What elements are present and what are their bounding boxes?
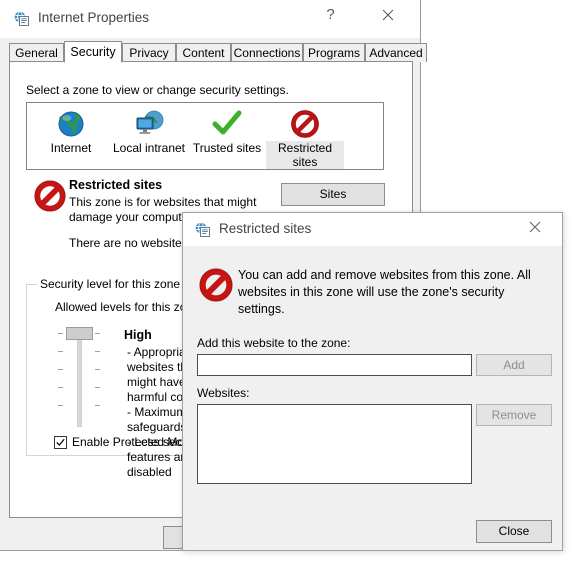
zone-item-local-intranet[interactable]: Local intranet (110, 107, 188, 155)
sites-button[interactable]: Sites (281, 183, 385, 206)
internet-properties-icon (195, 222, 212, 238)
slider-tick (95, 405, 100, 406)
tab-connections[interactable]: Connections (231, 43, 303, 62)
zone-item-restricted-sites[interactable]: Restricted sites (266, 107, 344, 169)
globe-icon (32, 107, 110, 141)
add-button[interactable]: Add (476, 354, 552, 376)
slider-tick (58, 405, 63, 406)
zone-label-trusted-sites: Trusted sites (192, 141, 262, 155)
red-prohibition-icon (266, 107, 344, 141)
slider-tick (58, 351, 63, 352)
zone-item-trusted-sites[interactable]: Trusted sites (188, 107, 266, 155)
green-check-icon (188, 107, 266, 141)
modal-title: Restricted sites (219, 221, 312, 236)
tab-security[interactable]: Security (64, 41, 122, 63)
close-icon[interactable] (514, 213, 556, 241)
checkmark-icon (54, 435, 67, 449)
zone-item-internet[interactable]: Internet (32, 107, 110, 155)
slider-thumb[interactable] (66, 327, 93, 340)
internet-properties-icon (14, 11, 31, 27)
tab-general[interactable]: General (9, 43, 64, 62)
tab-programs[interactable]: Programs (303, 43, 365, 62)
slider-tick (95, 369, 100, 370)
security-level-name: High (124, 328, 152, 342)
modal-banner-text: You can add and remove websites from thi… (238, 268, 531, 316)
slider-tick (58, 387, 63, 388)
slider-tick (95, 333, 100, 334)
websites-label: Websites: (197, 386, 250, 400)
slider-tick (58, 369, 63, 370)
tab-advanced[interactable]: Advanced (365, 43, 427, 62)
restricted-sites-dialog: Restricted sites You can add and remove … (182, 212, 563, 551)
add-website-label: Add this website to the zone: (197, 336, 351, 350)
computer-network-icon (110, 107, 188, 141)
modal-titlebar: Restricted sites (183, 213, 562, 246)
slider-tick (58, 333, 63, 334)
security-level-slider[interactable] (54, 325, 104, 430)
tabstrip: General Security Privacy Content Connect… (9, 41, 427, 63)
tab-content[interactable]: Content (176, 43, 231, 62)
modal-body: You can add and remove websites from thi… (183, 246, 562, 550)
remove-button[interactable]: Remove (476, 404, 552, 426)
security-level-group-title: Security level for this zone (37, 277, 184, 291)
zone-detail-title: Restricted sites (69, 178, 163, 192)
tab-privacy[interactable]: Privacy (122, 43, 176, 62)
allowed-levels-label: Allowed levels for this zone: (55, 300, 204, 314)
zone-detail-red-prohibition-icon (34, 180, 66, 212)
help-button[interactable]: ? (308, 0, 353, 30)
slider-track (77, 332, 82, 427)
zone-label-internet: Internet (50, 141, 92, 155)
slider-tick (95, 351, 100, 352)
red-prohibition-icon (199, 268, 233, 302)
zone-label-restricted-sites: Restricted sites (266, 141, 344, 169)
zone-selector-list[interactable]: Internet Local intranet Trusted sites Re… (26, 102, 384, 170)
zone-label-local-intranet: Local intranet (112, 141, 186, 155)
slider-tick (95, 387, 100, 388)
close-button[interactable]: Close (476, 520, 552, 543)
main-titlebar: Internet Properties ? (0, 0, 420, 38)
websites-listbox[interactable] (197, 404, 472, 484)
add-website-input[interactable] (197, 354, 472, 376)
close-icon[interactable] (365, 0, 410, 30)
zone-prompt-label: Select a zone to view or change security… (26, 83, 289, 97)
window-title: Internet Properties (38, 10, 150, 25)
